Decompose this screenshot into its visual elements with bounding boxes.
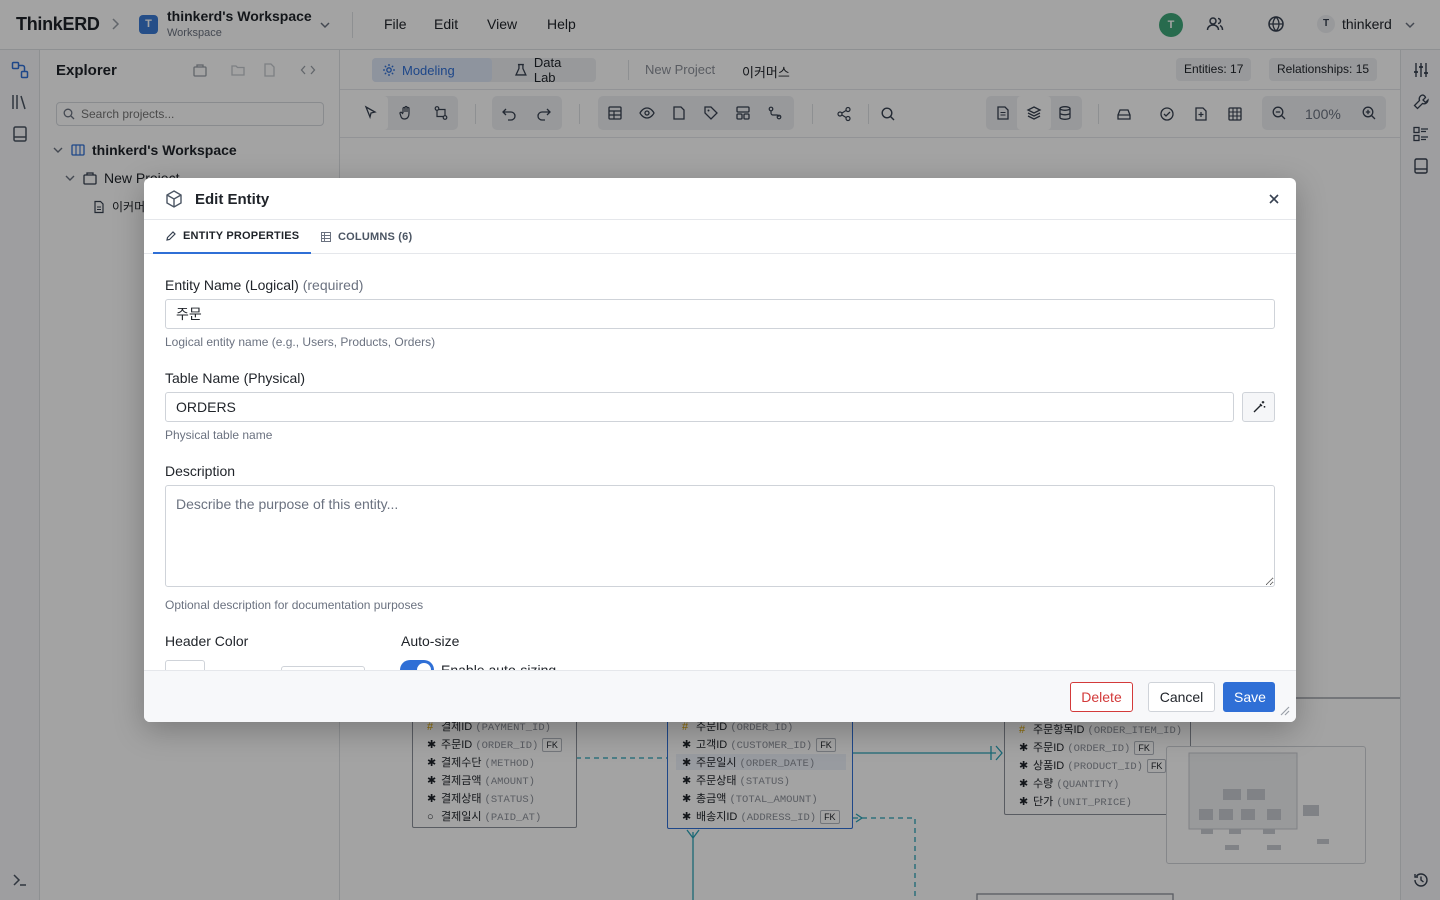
physical-name-help: Physical table name: [165, 428, 273, 442]
cube-icon: [164, 189, 184, 209]
close-icon[interactable]: [1266, 191, 1282, 207]
pencil-icon: [166, 231, 176, 241]
save-button[interactable]: Save: [1223, 682, 1275, 712]
header-color-label: Header Color: [165, 633, 249, 649]
dialog-body: Entity Name (Logical) (required) Logical…: [144, 254, 1296, 670]
autosize-label: Auto-size: [401, 633, 460, 649]
logical-name-input[interactable]: [165, 299, 1275, 329]
description-textarea[interactable]: [165, 485, 1275, 587]
tab-columns[interactable]: COLUMNS (6): [308, 220, 424, 254]
table-icon: [321, 232, 331, 242]
magic-wand-icon: [1253, 401, 1265, 413]
cancel-button[interactable]: Cancel: [1148, 682, 1215, 712]
description-label: Description: [165, 463, 236, 479]
autosize-toggle[interactable]: [400, 660, 434, 670]
physical-name-input[interactable]: [165, 392, 1234, 422]
tab-entity-properties[interactable]: ENTITY PROPERTIES: [153, 220, 312, 254]
autosize-toggle-label: Enable auto-sizing: [441, 662, 557, 670]
resize-handle-icon[interactable]: [1278, 704, 1290, 716]
tab-label: COLUMNS (6): [338, 231, 413, 243]
tab-label: ENTITY PROPERTIES: [183, 230, 300, 242]
logical-name-help: Logical entity name (e.g., Users, Produc…: [165, 335, 436, 349]
dialog-tabs: ENTITY PROPERTIES COLUMNS (6): [144, 220, 1296, 254]
logical-name-label: Entity Name (Logical) (required): [165, 277, 364, 293]
physical-name-label: Table Name (Physical): [165, 370, 306, 386]
dialog-header: Edit Entity: [144, 178, 1296, 220]
generate-name-button[interactable]: [1242, 392, 1275, 422]
dialog-footer: Delete Cancel Save: [144, 670, 1296, 722]
dialog-title: Edit Entity: [195, 191, 270, 208]
description-help: Optional description for documentation p…: [165, 598, 424, 612]
edit-entity-dialog: Edit Entity ENTITY PROPERTIES COLUMNS (6…: [144, 178, 1296, 722]
delete-button[interactable]: Delete: [1070, 682, 1133, 712]
header-color-swatch[interactable]: [165, 660, 205, 670]
required-hint: (required): [302, 277, 364, 293]
